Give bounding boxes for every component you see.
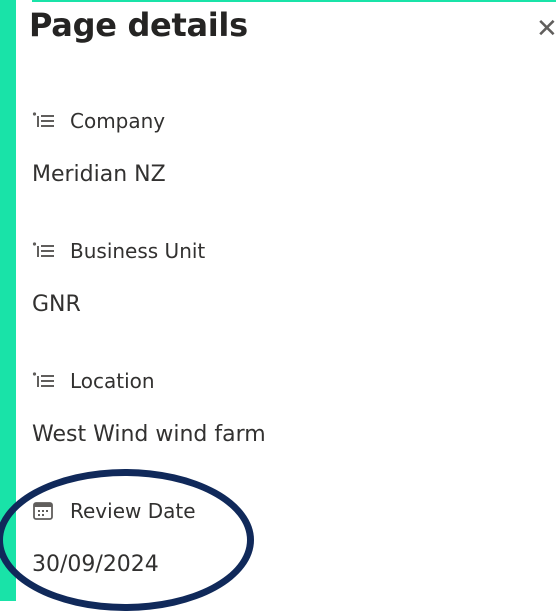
field-location: Location West Wind wind farm <box>32 368 512 447</box>
field-value[interactable]: West Wind wind farm <box>32 422 512 447</box>
page-title: Page details <box>29 6 248 44</box>
panel-top-border <box>32 0 556 2</box>
highlight-circle <box>0 469 254 611</box>
field-label: Company <box>70 109 166 133</box>
close-icon: ✕ <box>536 14 556 44</box>
field-label: Location <box>70 369 155 393</box>
field-value[interactable]: GNR <box>32 292 512 317</box>
list-choice-icon <box>32 111 56 131</box>
close-button[interactable]: ✕ <box>536 14 556 44</box>
field-business-unit: Business Unit GNR <box>32 238 512 317</box>
list-choice-icon <box>32 371 56 391</box>
field-value[interactable]: Meridian NZ <box>32 162 512 187</box>
page-details-panel: Page details ✕ Company Meridian NZ Busin… <box>0 0 556 611</box>
list-choice-icon <box>32 241 56 261</box>
field-company: Company Meridian NZ <box>32 108 512 187</box>
field-label: Business Unit <box>70 239 206 263</box>
